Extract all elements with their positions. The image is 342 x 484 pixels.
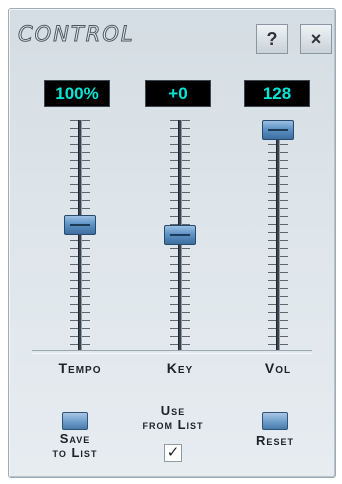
use-label-line2: from List bbox=[142, 417, 204, 432]
use-from-list-label: Use from List bbox=[126, 404, 220, 432]
reset-label: Reset bbox=[256, 433, 294, 448]
save-label-line1: Save bbox=[59, 431, 91, 446]
volume-label: Vol bbox=[264, 360, 292, 376]
volume-track[interactable] bbox=[276, 120, 280, 350]
use-from-list-checkbox[interactable]: ✓ bbox=[164, 444, 182, 462]
use-label-line1: Use bbox=[160, 403, 186, 418]
window-title: CONTROL bbox=[18, 22, 135, 47]
key-display: +0 bbox=[145, 80, 211, 107]
tempo-slider-thumb[interactable] bbox=[64, 214, 96, 235]
checkmark-icon: ✓ bbox=[166, 444, 180, 461]
reset-button[interactable] bbox=[262, 412, 288, 430]
volume-display: 128 bbox=[244, 80, 310, 107]
divider bbox=[32, 350, 312, 354]
save-to-list-label: Save to List bbox=[38, 432, 112, 460]
volume-slider-thumb[interactable] bbox=[262, 120, 294, 140]
key-label: Key bbox=[166, 360, 194, 376]
help-button[interactable]: ? bbox=[256, 24, 288, 54]
tempo-display: 100% bbox=[44, 80, 110, 107]
close-button[interactable]: × bbox=[300, 24, 332, 54]
save-label-line2: to List bbox=[52, 445, 98, 460]
tempo-label: Tempo bbox=[58, 360, 102, 376]
tempo-track[interactable] bbox=[78, 120, 82, 350]
key-slider-thumb[interactable] bbox=[164, 225, 196, 245]
save-to-list-button[interactable] bbox=[62, 412, 88, 430]
